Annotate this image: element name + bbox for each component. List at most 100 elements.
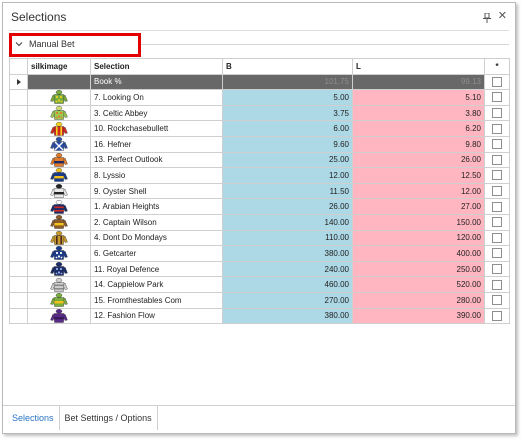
lay-price-cell[interactable]: 27.00 [352, 198, 485, 215]
column-header-back[interactable]: B [222, 58, 353, 75]
back-price-cell[interactable]: 380.00 [222, 307, 353, 325]
select-checkbox[interactable] [492, 123, 502, 134]
book-percent-row[interactable]: Book % 101.75 99.13 [9, 73, 510, 91]
select-checkbox[interactable] [492, 295, 502, 306]
select-checkbox[interactable] [492, 279, 502, 290]
runner-row[interactable]: 16. Hefner 9.60 9.80 [9, 135, 510, 153]
back-price-cell[interactable]: 380.00 [222, 245, 353, 262]
lay-price-cell[interactable]: 9.80 [352, 135, 485, 153]
manual-bet-group-header[interactable]: Manual Bet [9, 33, 141, 57]
runner-row[interactable]: 12. Fashion Flow 380.00 390.00 [9, 307, 510, 325]
select-checkbox-cell[interactable] [484, 229, 510, 247]
lay-price-cell[interactable]: 390.00 [352, 307, 485, 325]
book-checkbox[interactable] [492, 76, 502, 87]
runner-row[interactable]: 14. Cappielow Park 460.00 520.00 [9, 276, 510, 293]
selection-name: 8. Lyssio [90, 167, 223, 184]
tab-selections[interactable]: Selections [7, 406, 59, 430]
lay-price-cell[interactable]: 400.00 [352, 245, 485, 262]
selection-name: 12. Fashion Flow [90, 307, 223, 325]
back-price-cell[interactable]: 11.50 [222, 182, 353, 200]
close-icon[interactable]: ✕ [498, 10, 507, 22]
runner-row[interactable]: 4. Dont Do Mondays 110.00 120.00 [9, 229, 510, 247]
select-checkbox-cell[interactable] [484, 276, 510, 293]
back-price-cell[interactable]: 3.75 [222, 104, 353, 122]
select-checkbox[interactable] [492, 264, 502, 275]
select-checkbox-cell[interactable] [484, 182, 510, 200]
select-checkbox[interactable] [492, 186, 502, 197]
select-checkbox-cell[interactable] [484, 167, 510, 184]
runner-row[interactable]: 2. Captain Wilson 140.00 150.00 [9, 213, 510, 231]
row-indicator [9, 245, 28, 262]
selections-panel: Selections ✕ Manual Bet silkimage Select… [2, 2, 516, 434]
select-checkbox[interactable] [492, 92, 502, 103]
runner-row[interactable]: 3. Celtic Abbey 3.75 3.80 [9, 104, 510, 122]
select-checkbox[interactable] [492, 310, 502, 321]
select-checkbox[interactable] [492, 217, 502, 228]
runner-row[interactable]: 8. Lyssio 12.00 12.50 [9, 167, 510, 184]
lay-price-cell[interactable]: 12.50 [352, 167, 485, 184]
silk-cell [27, 291, 91, 309]
column-header-lay[interactable]: L [352, 58, 485, 75]
runner-row[interactable]: 10. Rockchasebullett 6.00 6.20 [9, 120, 510, 137]
select-checkbox[interactable] [492, 154, 502, 165]
book-checkbox-cell[interactable] [484, 73, 510, 91]
back-price-cell[interactable]: 12.00 [222, 167, 353, 184]
column-header-select-all[interactable]: * [484, 58, 510, 75]
select-checkbox-cell[interactable] [484, 213, 510, 231]
lay-price-cell[interactable]: 12.00 [352, 182, 485, 200]
back-price-cell[interactable]: 240.00 [222, 260, 353, 278]
lay-price-cell[interactable]: 5.10 [352, 89, 485, 106]
back-price-cell[interactable]: 110.00 [222, 229, 353, 247]
back-price-cell[interactable]: 9.60 [222, 135, 353, 153]
jockey-silk-icon [50, 199, 68, 214]
runner-row[interactable]: 1. Arabian Heights 26.00 27.00 [9, 198, 510, 215]
tab-bet-settings[interactable]: Bet Settings / Options [58, 406, 158, 430]
select-checkbox[interactable] [492, 232, 502, 243]
back-price-cell[interactable]: 270.00 [222, 291, 353, 309]
back-price-cell[interactable]: 26.00 [222, 198, 353, 215]
runner-row[interactable]: 13. Perfect Outlook 25.00 26.00 [9, 151, 510, 169]
lay-price-cell[interactable]: 250.00 [352, 260, 485, 278]
title-divider [9, 30, 509, 31]
select-checkbox-cell[interactable] [484, 89, 510, 106]
select-checkbox-cell[interactable] [484, 307, 510, 325]
select-checkbox[interactable] [492, 248, 502, 259]
select-checkbox-cell[interactable] [484, 291, 510, 309]
select-checkbox-cell[interactable] [484, 245, 510, 262]
select-checkbox-cell[interactable] [484, 120, 510, 137]
lay-price-cell[interactable]: 26.00 [352, 151, 485, 169]
runner-row[interactable]: 9. Oyster Shell 11.50 12.00 [9, 182, 510, 200]
pin-icon[interactable] [483, 13, 491, 23]
row-indicator [9, 135, 28, 153]
runner-row[interactable]: 11. Royal Defence 240.00 250.00 [9, 260, 510, 278]
select-checkbox-cell[interactable] [484, 260, 510, 278]
select-checkbox-cell[interactable] [484, 198, 510, 215]
back-price-cell[interactable]: 25.00 [222, 151, 353, 169]
select-checkbox-cell[interactable] [484, 151, 510, 169]
lay-price-cell[interactable]: 3.80 [352, 104, 485, 122]
runner-row[interactable]: 6. Getcarter 380.00 400.00 [9, 245, 510, 262]
back-price-cell[interactable]: 140.00 [222, 213, 353, 231]
back-price-cell[interactable]: 6.00 [222, 120, 353, 137]
select-checkbox[interactable] [492, 170, 502, 181]
bottom-tab-strip: Selections Bet Settings / Options [7, 406, 158, 430]
select-checkbox[interactable] [492, 139, 502, 150]
runner-row[interactable]: 7. Looking On 5.00 5.10 [9, 89, 510, 106]
row-indicator [9, 198, 28, 215]
lay-price-cell[interactable]: 120.00 [352, 229, 485, 247]
column-header-silk[interactable]: silkimage [27, 58, 91, 75]
back-price-cell[interactable]: 5.00 [222, 89, 353, 106]
lay-price-cell[interactable]: 280.00 [352, 291, 485, 309]
select-checkbox[interactable] [492, 201, 502, 212]
lay-price-cell[interactable]: 6.20 [352, 120, 485, 137]
back-price-cell[interactable]: 460.00 [222, 276, 353, 293]
jockey-silk-icon [50, 106, 68, 120]
chevron-down-icon[interactable] [15, 40, 23, 48]
runner-row[interactable]: 15. Fromthestables Com 270.00 280.00 [9, 291, 510, 309]
select-checkbox-cell[interactable] [484, 135, 510, 153]
select-checkbox-cell[interactable] [484, 104, 510, 122]
lay-price-cell[interactable]: 150.00 [352, 213, 485, 231]
column-header-selection[interactable]: Selection [90, 58, 223, 75]
select-checkbox[interactable] [492, 108, 502, 119]
lay-price-cell[interactable]: 520.00 [352, 276, 485, 293]
